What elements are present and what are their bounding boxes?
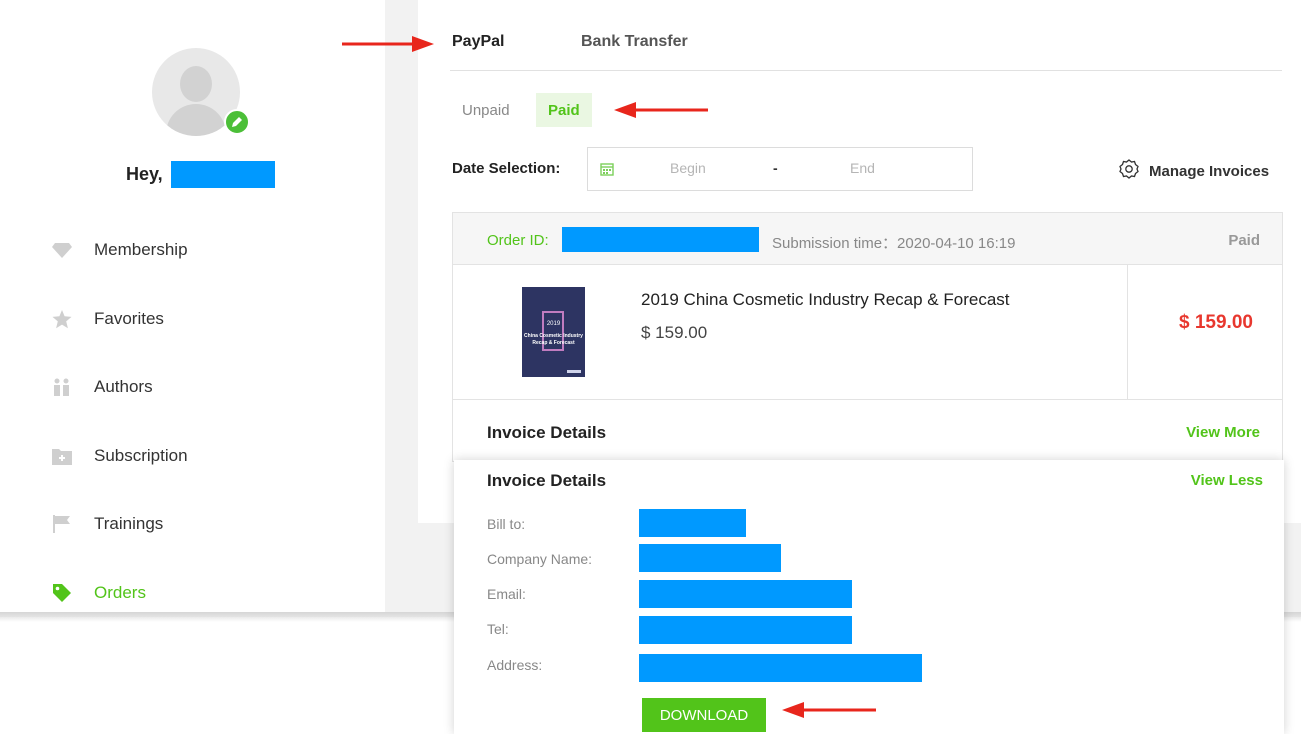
email-label: Email: xyxy=(487,586,526,602)
company-name-label: Company Name: xyxy=(487,551,593,567)
view-more-link[interactable]: View More xyxy=(1186,424,1260,441)
edit-avatar-icon[interactable] xyxy=(224,109,250,135)
sidebar: Hey, Membership Favorites Authors Subscr… xyxy=(0,0,385,612)
avatar-body xyxy=(166,104,226,136)
order-status: Paid xyxy=(1228,232,1260,249)
tab-paid[interactable]: Paid xyxy=(536,93,592,127)
sidebar-item-membership[interactable]: Membership xyxy=(52,235,188,265)
cover-publisher-logo xyxy=(567,370,581,373)
order-header: Order ID: Submission time：2020-04-10 16:… xyxy=(453,213,1282,265)
people-icon xyxy=(52,377,72,397)
sidebar-item-orders[interactable]: Orders xyxy=(52,578,146,608)
tel-label: Tel: xyxy=(487,621,509,637)
date-range-picker[interactable]: Begin - End xyxy=(587,147,973,191)
sidebar-item-label: Trainings xyxy=(94,514,164,533)
sidebar-item-label: Favorites xyxy=(94,309,164,328)
redacted-company-name xyxy=(639,544,781,572)
end-date-input[interactable]: End xyxy=(850,160,875,176)
redacted-email xyxy=(639,580,852,608)
download-button[interactable]: DOWNLOAD xyxy=(642,698,766,732)
sidebar-item-label: Subscription xyxy=(94,446,188,465)
calendar-icon xyxy=(600,162,614,181)
annotation-arrow-left-icon xyxy=(614,102,708,118)
sidebar-item-trainings[interactable]: Trainings xyxy=(52,509,163,539)
order-total: $ 159.00 xyxy=(1179,312,1253,333)
redacted-order-id xyxy=(562,227,759,252)
invoice-details-title: Invoice Details xyxy=(487,471,607,490)
greeting-text: Hey, xyxy=(126,163,163,184)
sidebar-item-label: Membership xyxy=(94,240,188,259)
begin-date-input[interactable]: Begin xyxy=(670,160,706,176)
star-icon xyxy=(52,309,72,329)
order-id-label: Order ID: xyxy=(487,232,549,249)
date-selection-label: Date Selection: xyxy=(452,160,561,177)
flag-icon xyxy=(52,514,72,534)
redacted-tel xyxy=(639,616,852,644)
tab-bank-transfer[interactable]: Bank Transfer xyxy=(581,33,688,51)
invoice-details-panel: Invoice Details View Less Bill to: Compa… xyxy=(454,460,1284,734)
redacted-username xyxy=(170,160,275,188)
product-cover-image[interactable]: 2019 China Cosmetic Industry Recap & For… xyxy=(522,287,585,377)
date-separator: - xyxy=(773,160,778,176)
order-body: 2019 China Cosmetic Industry Recap & For… xyxy=(453,265,1282,400)
sidebar-item-favorites[interactable]: Favorites xyxy=(52,304,164,334)
cover-title-line1: China Cosmetic Industry xyxy=(524,333,583,339)
product-price: $ 159.00 xyxy=(641,323,708,342)
view-less-link[interactable]: View Less xyxy=(1191,472,1263,489)
order-card: Order ID: Submission time：2020-04-10 16:… xyxy=(452,212,1283,462)
annotation-arrow-left-icon xyxy=(782,702,876,718)
sidebar-item-subscription[interactable]: Subscription xyxy=(52,441,188,471)
redacted-address xyxy=(639,654,922,682)
manage-invoices-label: Manage Invoices xyxy=(1149,162,1270,180)
column-divider xyxy=(1127,265,1128,399)
bill-to-label: Bill to: xyxy=(487,516,526,532)
sidebar-item-authors[interactable]: Authors xyxy=(52,372,153,402)
product-title[interactable]: 2019 China Cosmetic Industry Recap & For… xyxy=(641,290,1010,310)
cover-title-line2: Recap & Forecast xyxy=(532,340,575,346)
sidebar-item-label: Orders xyxy=(94,583,146,602)
gear-icon xyxy=(1118,158,1140,184)
sidebar-item-label: Authors xyxy=(94,377,153,396)
submission-time: Submission time：2020-04-10 16:19 xyxy=(772,235,1016,252)
tab-divider xyxy=(450,70,1282,71)
folder-plus-icon xyxy=(52,446,72,466)
diamond-icon xyxy=(52,240,72,260)
tab-paypal[interactable]: PayPal xyxy=(452,33,504,51)
tab-unpaid[interactable]: Unpaid xyxy=(450,93,522,127)
annotation-arrow-right-icon xyxy=(342,36,434,52)
tag-icon xyxy=(52,583,72,603)
invoice-details-heading: Invoice Details xyxy=(487,423,607,442)
cover-year: 2019 xyxy=(546,321,561,327)
avatar-head xyxy=(180,66,212,102)
manage-invoices-button[interactable]: Manage Invoices xyxy=(1118,158,1269,184)
greeting: Hey, xyxy=(126,160,275,188)
address-label: Address: xyxy=(487,657,543,673)
redacted-bill-to xyxy=(639,509,746,537)
